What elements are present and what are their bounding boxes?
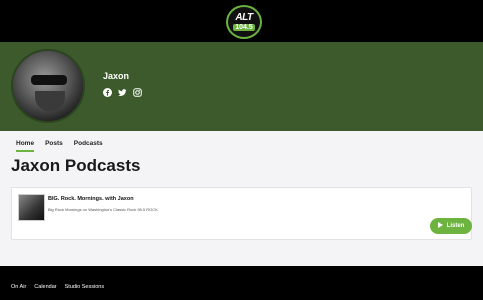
podcast-description: Big Rock Mornings on Washington's Classi…: [48, 207, 158, 212]
top-bar: ALT 104.5: [0, 0, 483, 42]
footer-link-studio-sessions[interactable]: Studio Sessions: [65, 284, 104, 290]
tab-home[interactable]: Home: [16, 140, 35, 152]
footer-link-on-air[interactable]: On Air: [11, 284, 26, 290]
profile-tabs: Home Posts Podcasts: [16, 140, 103, 152]
station-logo[interactable]: ALT 104.5: [226, 5, 262, 39]
facebook-icon[interactable]: [103, 88, 112, 97]
page-title: Jaxon Podcasts: [11, 156, 141, 175]
twitter-icon[interactable]: [118, 88, 127, 97]
instagram-icon[interactable]: [133, 88, 142, 97]
social-links: [103, 88, 142, 97]
host-avatar: [11, 49, 85, 123]
footer: On Air Calendar Studio Sessions: [0, 266, 483, 300]
logo-frequency: 104.5: [233, 24, 255, 31]
footer-link-calendar[interactable]: Calendar: [34, 284, 56, 290]
podcast-title[interactable]: BIG. Rock. Mornings. with Jaxon: [48, 196, 134, 202]
host-name: Jaxon: [103, 71, 130, 81]
listen-label: Listen: [446, 223, 465, 229]
avatar-glasses: [31, 75, 67, 85]
podcast-card[interactable]: BIG. Rock. Mornings. with Jaxon Big Rock…: [11, 187, 472, 240]
listen-button[interactable]: Listen: [430, 218, 472, 234]
tab-podcasts[interactable]: Podcasts: [74, 140, 103, 152]
podcast-thumbnail[interactable]: [18, 194, 45, 221]
avatar-beard: [35, 91, 65, 111]
tab-posts[interactable]: Posts: [45, 140, 63, 152]
logo-text: ALT: [235, 12, 253, 23]
play-icon: [437, 222, 443, 230]
footer-nav: On Air Calendar Studio Sessions: [11, 284, 104, 290]
